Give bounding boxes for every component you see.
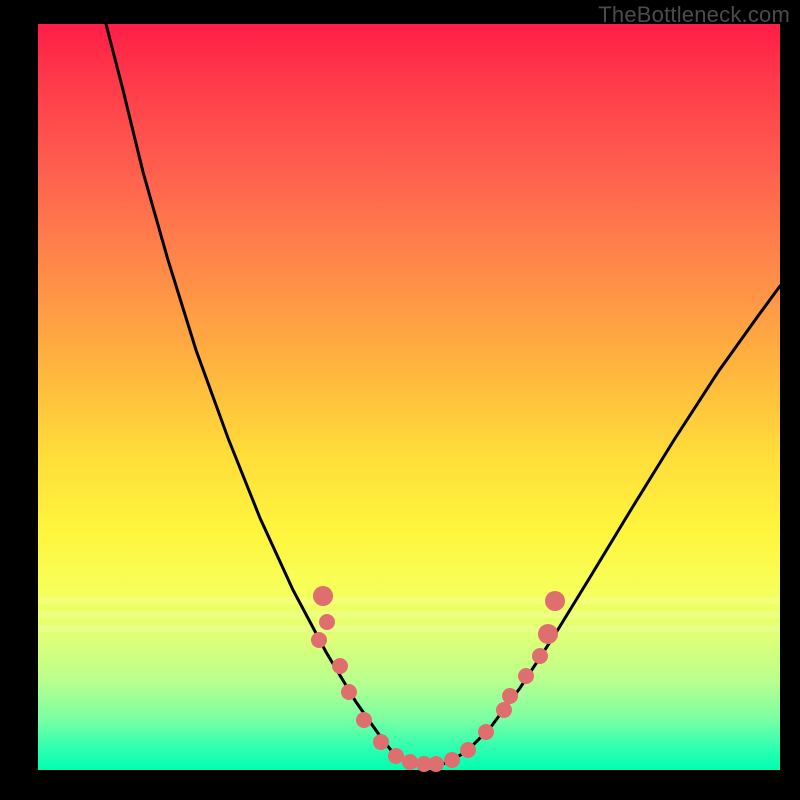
scatter-dot xyxy=(545,591,565,611)
scatter-dot xyxy=(538,624,558,644)
scatter-dot xyxy=(356,712,372,728)
scatter-dot xyxy=(341,684,357,700)
scatter-dot xyxy=(319,614,335,630)
scatter-dot xyxy=(444,752,460,768)
scatter-dot xyxy=(502,688,518,704)
scatter-dot xyxy=(478,724,494,740)
scatter-dot xyxy=(532,648,548,664)
watermark-text: TheBottleneck.com xyxy=(598,2,790,28)
scatter-dot xyxy=(313,586,333,606)
scatter-dot xyxy=(460,742,476,758)
scatter-dot xyxy=(496,702,512,718)
dots-layer xyxy=(38,24,780,770)
scatter-dot xyxy=(373,734,389,750)
scatter-dot xyxy=(518,668,534,684)
scatter-dot xyxy=(428,756,444,772)
scatter-dot xyxy=(311,632,327,648)
chart-container: TheBottleneck.com xyxy=(0,0,800,800)
scatter-dot xyxy=(332,658,348,674)
